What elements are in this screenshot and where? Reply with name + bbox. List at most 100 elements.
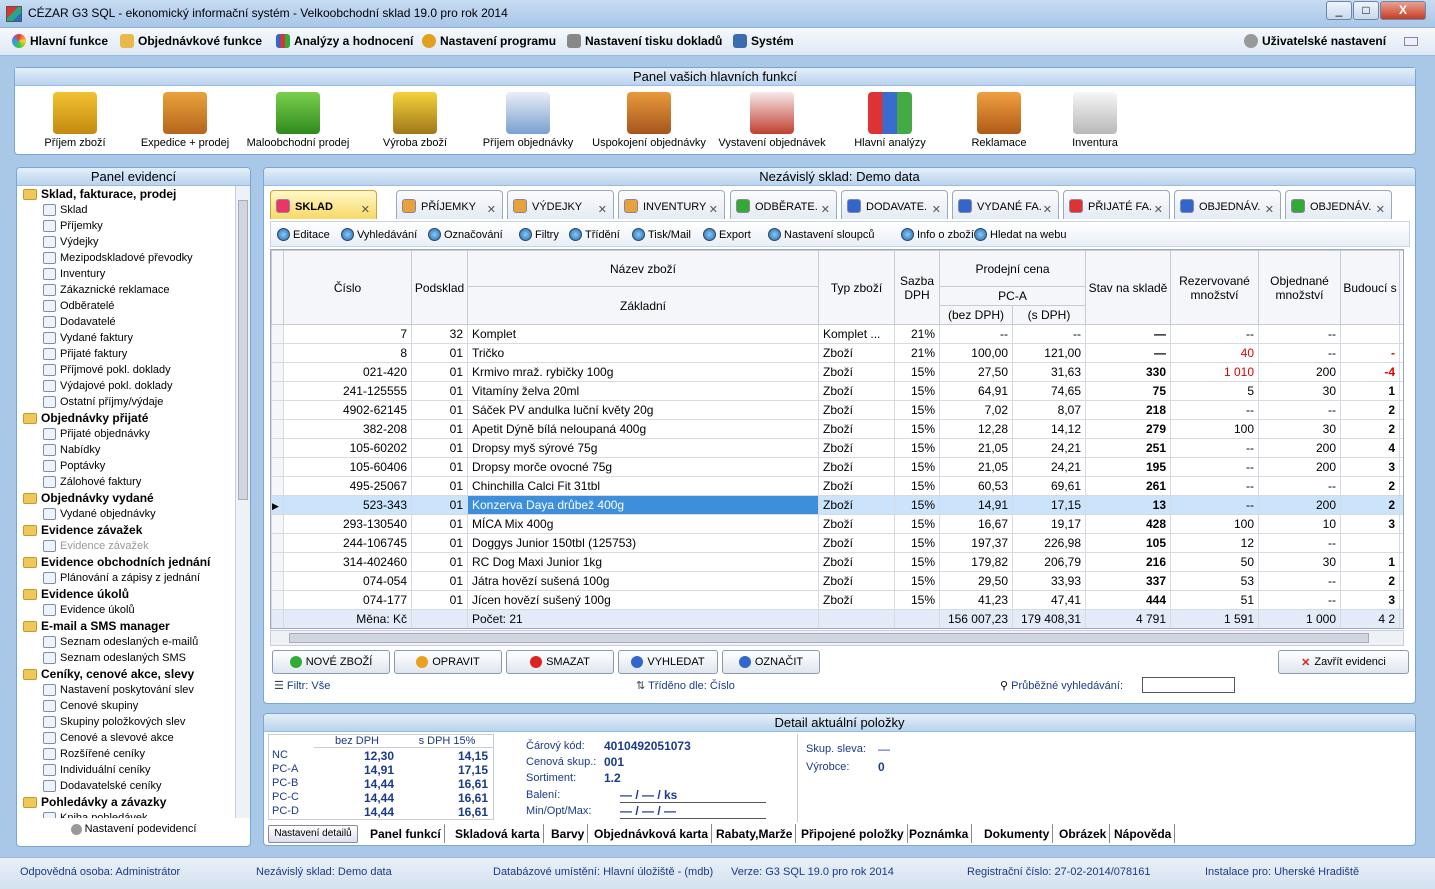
keyboard-icon[interactable]	[1404, 37, 1418, 46]
tab-0[interactable]: SKLAD ✕	[270, 190, 377, 219]
tree-group[interactable]: Evidence obchodních jednání	[17, 554, 235, 570]
table-row[interactable]: 074-054 01 Játra hovězí sušená 100g Zboží 15…	[271, 571, 1403, 591]
table-row[interactable]: 244-106745 01 Doggys Junior 150tbl (125753…	[271, 533, 1403, 553]
tree-item[interactable]: Přijaté objednávky	[17, 426, 235, 442]
col-podsklad[interactable]: Podsklad	[411, 250, 468, 325]
tab-9[interactable]: OBJEDNÁV. ✕	[1285, 190, 1392, 219]
col-typ[interactable]: Typ zboží	[818, 250, 895, 325]
col-nazev[interactable]: Název zboží	[467, 250, 819, 287]
minimize-button[interactable]: _	[1326, 1, 1352, 20]
col-s-dph[interactable]: (s DPH)	[1012, 305, 1086, 325]
close-tab-icon[interactable]: ✕	[598, 203, 607, 216]
tree-item[interactable]: Příjmové pokl. doklady	[17, 362, 235, 378]
tree-group[interactable]: Evidence úkolů	[17, 586, 235, 602]
row-indicator[interactable]	[271, 381, 284, 401]
grid-vscroll[interactable]	[1399, 571, 1403, 591]
tree-group[interactable]: Ceníky, cenové akce, slevy	[17, 666, 235, 682]
col-objednane[interactable]: Objednané množství	[1258, 250, 1341, 325]
grid-vscroll[interactable]	[1399, 362, 1403, 382]
tree-item[interactable]: Vydané faktury	[17, 330, 235, 346]
tab-6[interactable]: VYDANÉ FA. ✕	[952, 190, 1059, 219]
close-tab-icon[interactable]: ✕	[1376, 203, 1385, 216]
zavrit-evidenci-button[interactable]: ✕ Zavřít evidenci	[1278, 650, 1409, 674]
tree-item[interactable]: Sklad	[17, 202, 235, 218]
menu-objednavkove-funkce[interactable]: Objednávkové funkce	[120, 34, 262, 48]
row-indicator[interactable]	[271, 552, 284, 572]
opravit-button[interactable]: OPRAVIT	[394, 650, 502, 674]
row-indicator[interactable]	[271, 343, 284, 363]
tree-item[interactable]: Seznam odeslaných SMS	[17, 650, 235, 666]
toolbar-3[interactable]: Filtry	[519, 228, 559, 241]
func-inventura[interactable]: Inventura	[1035, 88, 1155, 149]
tree-group[interactable]: Evidence závažek	[17, 522, 235, 538]
close-tab-icon[interactable]: ✕	[1043, 203, 1052, 216]
table-row[interactable]: 021-420 01 Krmivo mraž. rybičky 100g Zboží 1…	[271, 362, 1403, 382]
row-indicator[interactable]	[271, 438, 284, 458]
row-indicator[interactable]	[271, 590, 284, 610]
grid-vscroll[interactable]	[1399, 590, 1403, 610]
row-indicator[interactable]	[271, 476, 284, 496]
detail-tab-3[interactable]: Objednávková karta	[591, 824, 713, 843]
tree-item[interactable]: Cenové a slevové akce	[17, 730, 235, 746]
tree-item[interactable]: Přijaté faktury	[17, 346, 235, 362]
nastaveni-podevidenci[interactable]: Nastavení podevidencí	[17, 823, 250, 835]
col-budouci[interactable]: Budoucí s	[1340, 250, 1400, 325]
row-indicator[interactable]	[271, 324, 284, 344]
detail-tab-7[interactable]: Dokumenty	[981, 824, 1054, 843]
menu-system[interactable]: Systém	[733, 34, 794, 48]
toolbar-2[interactable]: Označování	[428, 228, 503, 241]
toolbar-1[interactable]: Vyhledávání	[341, 228, 417, 241]
grid-vscroll[interactable]	[1399, 457, 1403, 477]
close-tab-icon[interactable]: ✕	[361, 203, 370, 216]
close-tab-icon[interactable]: ✕	[487, 203, 496, 216]
menu-hlavni-funkce[interactable]: Hlavní funkce	[12, 34, 108, 48]
tree-item[interactable]: Dodavatelé	[17, 314, 235, 330]
detail-tab-4[interactable]: Rabaty,Marže	[713, 824, 797, 843]
table-row[interactable]: 293-130540 01 MÍCA Mix 400g Zboží 15% 16,67 19…	[271, 514, 1403, 534]
tree-item[interactable]: Odběratelé	[17, 298, 235, 314]
detail-tab-2[interactable]: Barvy	[548, 824, 589, 843]
grid-vscroll[interactable]	[1399, 495, 1403, 515]
detail-tab-1[interactable]: Skladová karta	[452, 824, 544, 843]
tree-item[interactable]: Evidence závažek	[17, 538, 235, 554]
nove-zbozi-button[interactable]: NOVÉ ZBOŽÍ	[272, 650, 390, 674]
table-row[interactable]: 105-60202 01 Dropsy myš sýrové 75g Zboží 15%…	[271, 438, 1403, 458]
close-button[interactable]: X	[1380, 1, 1426, 20]
func-expedice-prodej[interactable]: Expedice + prodej	[125, 88, 245, 149]
detail-tab-8[interactable]: Obrázek	[1056, 824, 1111, 843]
tree-item[interactable]: Výdajové pokl. doklady	[17, 378, 235, 394]
row-indicator[interactable]	[271, 400, 284, 420]
tree-scrollbar[interactable]	[235, 186, 250, 818]
detail-tab-0[interactable]: Panel funkcí	[367, 824, 445, 843]
menu-nastaveni-programu[interactable]: Nastavení programu	[422, 34, 556, 48]
tree-item[interactable]: Evidence úkolů	[17, 602, 235, 618]
tree-item[interactable]: Individuální ceníky	[17, 762, 235, 778]
smazat-button[interactable]: SMAZAT	[506, 650, 614, 674]
tree-item[interactable]: Zákaznické reklamace	[17, 282, 235, 298]
table-row[interactable]: ▶ 523-343 01 Konzerva Daya drůbež 400g Zboží…	[271, 495, 1403, 515]
toolbar-5[interactable]: Tisk/Mail	[632, 228, 691, 241]
detail-tab-6[interactable]: Poznámka	[906, 824, 973, 843]
tab-7[interactable]: PŘIJATÉ FA. ✕	[1063, 190, 1170, 219]
close-tab-icon[interactable]: ✕	[709, 203, 718, 216]
toolbar-0[interactable]: Editace	[277, 228, 330, 241]
tab-5[interactable]: DODAVATE. ✕	[841, 190, 948, 219]
grid-vscroll[interactable]	[1399, 343, 1403, 363]
tree-group[interactable]: Pohledávky a závazky	[17, 794, 235, 810]
grid-vscroll[interactable]	[1399, 381, 1403, 401]
tab-3[interactable]: INVENTURY ✕	[618, 190, 725, 219]
col-stav[interactable]: Stav na skladě	[1085, 250, 1171, 325]
tree-group[interactable]: Sklad, fakturace, prodej	[17, 186, 235, 202]
tab-2[interactable]: VÝDEJKY ✕	[507, 190, 614, 219]
table-row[interactable]: 074-177 01 Jícen hovězí sušený 100g Zboží 15…	[271, 590, 1403, 610]
grid-vscroll[interactable]	[1399, 438, 1403, 458]
tree-item[interactable]: Nabídky	[17, 442, 235, 458]
close-tab-icon[interactable]: ✕	[1265, 203, 1274, 216]
table-row[interactable]: 105-60406 01 Dropsy morče ovocné 75g Zboží 1…	[271, 457, 1403, 477]
menu-uzivatelske-nastaveni[interactable]: Uživatelské nastavení	[1244, 34, 1386, 48]
func-prijem-zbozi[interactable]: Příjem zboží	[15, 88, 135, 149]
grid-vscroll[interactable]	[1399, 250, 1403, 325]
toolbar-6[interactable]: Export	[703, 228, 751, 241]
toolbar-7[interactable]: Nastavení sloupců	[768, 228, 875, 241]
col-bez-dph[interactable]: (bez DPH)	[939, 305, 1013, 325]
